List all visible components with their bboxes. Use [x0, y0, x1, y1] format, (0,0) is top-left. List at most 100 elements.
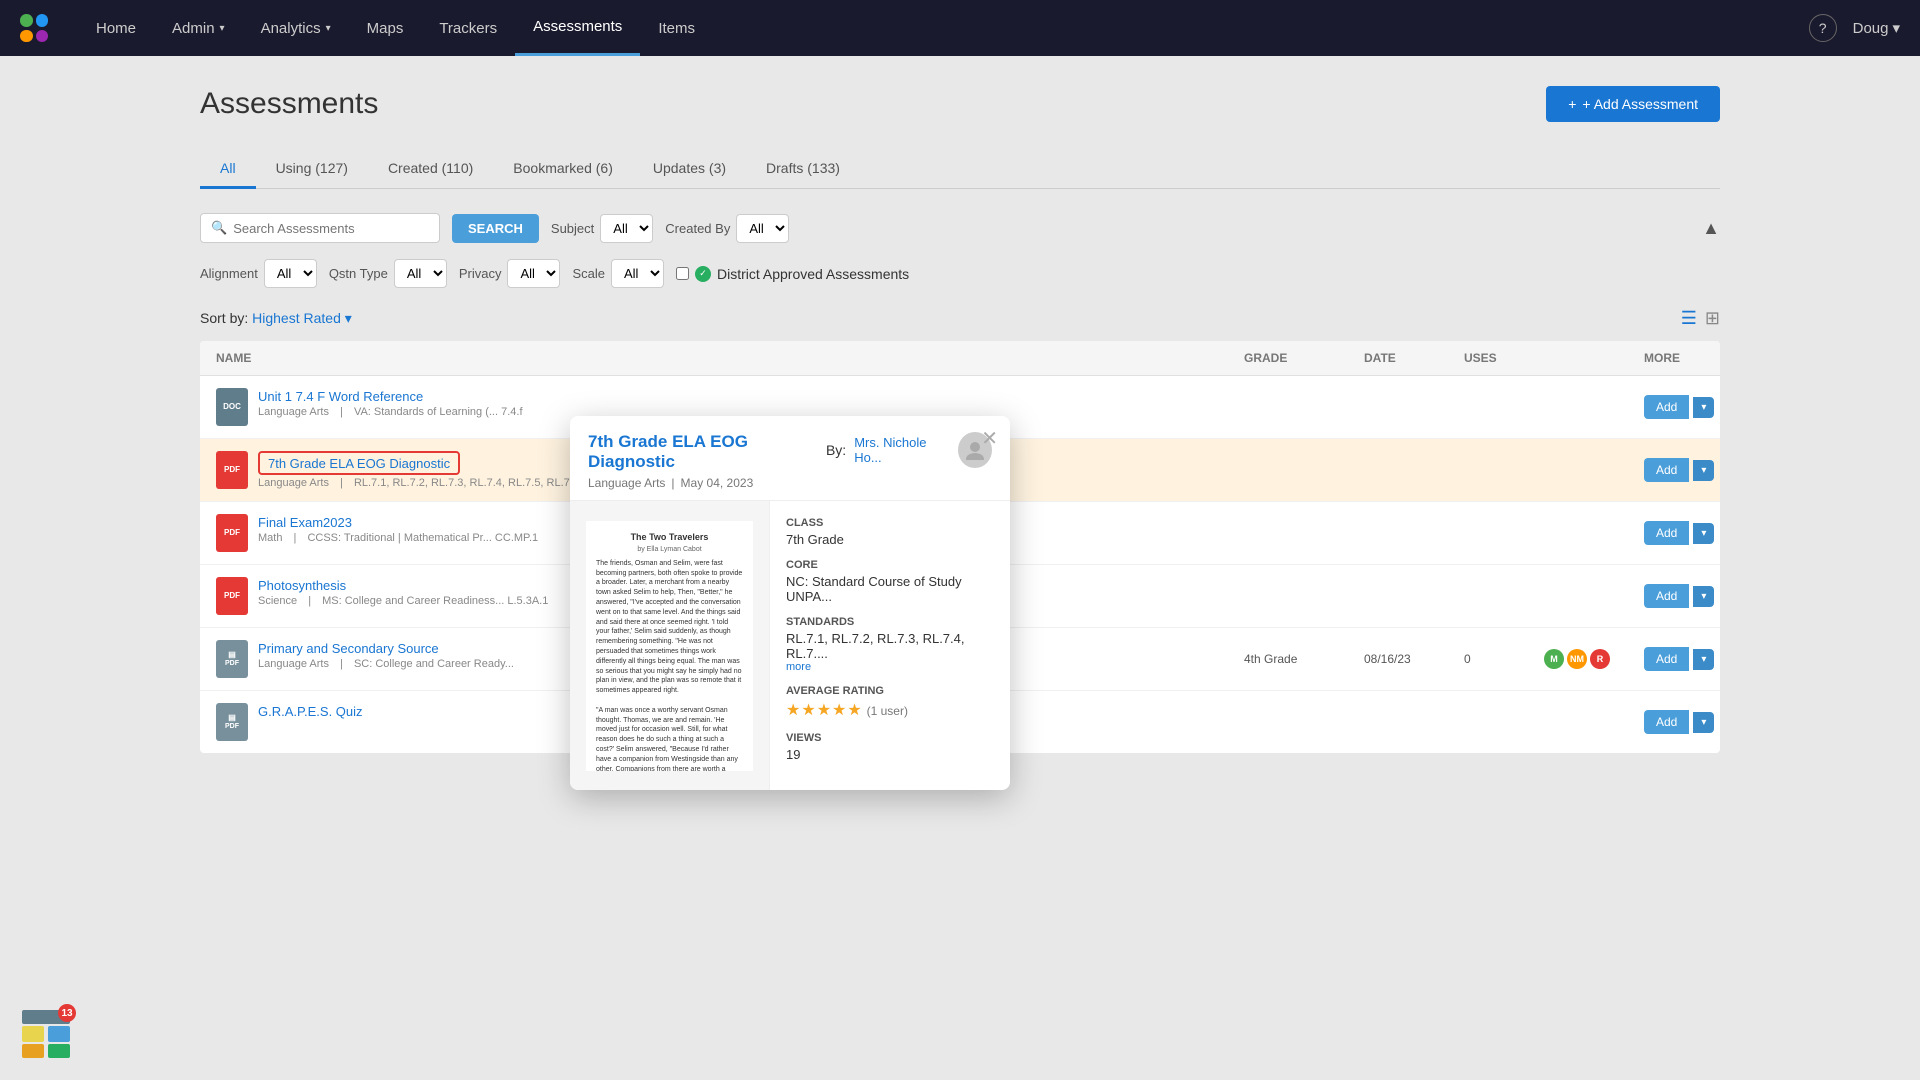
tab-using[interactable]: Using (127)	[256, 150, 368, 189]
add-caret-button[interactable]: ▾	[1693, 397, 1714, 418]
add-icon: +	[1568, 96, 1576, 112]
standards-text: CCSS: Traditional | Mathematical Pr... C…	[307, 532, 538, 544]
more-options-button[interactable]: ⋮	[1718, 397, 1720, 418]
privacy-label: Privacy	[459, 266, 502, 281]
district-checkbox[interactable]	[676, 267, 689, 280]
grade-cell: 4th Grade	[1244, 652, 1364, 666]
nav-analytics[interactable]: Analytics ▾	[243, 0, 349, 56]
add-button[interactable]: Add	[1644, 458, 1689, 482]
row-subject: Science | MS: College and Career Readine…	[258, 595, 556, 607]
grid-view-button[interactable]: ⊞	[1705, 308, 1720, 329]
qstn-type-select[interactable]: All	[394, 259, 447, 288]
author-name[interactable]: Mrs. Nichole Ho...	[854, 435, 950, 465]
row-subject: Math | CCSS: Traditional | Mathematical …	[258, 532, 546, 544]
row-actions: Add ▾ ⋮	[1644, 584, 1704, 608]
add-button[interactable]: Add	[1644, 395, 1689, 419]
user-menu[interactable]: Doug ▾	[1853, 19, 1900, 37]
qstn-type-filter: Qstn Type All	[329, 259, 447, 288]
add-caret-button[interactable]: ▾	[1693, 649, 1714, 670]
subject-text: Language Arts	[258, 406, 329, 418]
subject-select[interactable]: All	[600, 214, 653, 243]
help-button[interactable]: ?	[1809, 14, 1837, 42]
add-caret-button[interactable]: ▾	[1693, 460, 1714, 481]
row-actions: Add ▾ ⋮	[1644, 458, 1704, 482]
icon-top: ▤	[228, 713, 236, 723]
badge-m: M	[1544, 649, 1564, 669]
nav-admin[interactable]: Admin ▾	[154, 0, 243, 56]
add-button[interactable]: Add	[1644, 710, 1689, 734]
uses-cell: 0	[1464, 652, 1544, 666]
bottom-logo-inner: 13	[20, 1008, 72, 1060]
more-options-button[interactable]: ⋮	[1718, 712, 1720, 733]
collapse-button[interactable]: ▲	[1702, 218, 1720, 239]
nav-home[interactable]: Home	[78, 0, 154, 56]
standards-text: VA: Standards of Learning (... 7.4.f	[354, 406, 523, 418]
admin-caret: ▾	[220, 23, 225, 34]
nav-maps[interactable]: Maps	[349, 0, 422, 56]
add-button[interactable]: Add	[1644, 647, 1689, 671]
nav-items[interactable]: Items	[640, 0, 713, 56]
row-icon-pdf: PDF	[216, 451, 248, 489]
tab-created[interactable]: Created (110)	[368, 150, 493, 189]
assessment-name-link[interactable]: G.R.A.P.E.S. Quiz	[258, 704, 363, 719]
search-input[interactable]	[233, 221, 429, 236]
logo-dot-2	[36, 14, 49, 27]
row-actions: Add ▾ ⋮	[1644, 647, 1704, 671]
row-subject: Language Arts | RL.7.1, RL.7.2, RL.7.3, …	[258, 477, 596, 489]
nav-assessments[interactable]: Assessments	[515, 0, 640, 56]
search-button[interactable]: SEARCH	[452, 214, 539, 243]
add-button[interactable]: Add	[1644, 521, 1689, 545]
tab-bookmarked[interactable]: Bookmarked (6)	[493, 150, 633, 189]
subject-text: Language Arts	[258, 658, 329, 670]
add-caret-button[interactable]: ▾	[1693, 586, 1714, 607]
notification-badge: 13	[58, 1004, 76, 1022]
more-options-button[interactable]: ⋮	[1718, 586, 1720, 607]
created-by-select[interactable]: All	[736, 214, 789, 243]
by-label: By:	[826, 442, 846, 458]
logo-icon	[20, 14, 48, 42]
add-caret-button[interactable]: ▾	[1693, 523, 1714, 544]
bottom-logo[interactable]: 13	[20, 1008, 72, 1060]
more-options-button[interactable]: ⋮	[1718, 649, 1720, 670]
tab-updates[interactable]: Updates (3)	[633, 150, 746, 189]
add-button[interactable]: Add	[1644, 584, 1689, 608]
subject-filter: Subject All	[551, 214, 653, 243]
assessment-name-link[interactable]: 7th Grade ELA EOG Diagnostic	[268, 456, 450, 471]
badge-nm: NM	[1567, 649, 1587, 669]
search-wrap: 🔍	[200, 213, 440, 243]
standards-text: RL.7.1, RL.7.2, RL.7.3, RL.7.4, RL.7.5, …	[354, 477, 588, 489]
more-options-button[interactable]: ⋮	[1718, 523, 1720, 544]
nav-trackers[interactable]: Trackers	[421, 0, 515, 56]
separator: |	[308, 595, 311, 607]
tab-all[interactable]: All	[200, 150, 256, 189]
row-actions: Add ▾ ⋮	[1644, 710, 1704, 734]
assessment-name-link[interactable]: Unit 1 7.4 F Word Reference	[258, 389, 423, 404]
alignment-filter: Alignment All	[200, 259, 317, 288]
row-icon-pdf: PDF	[216, 577, 248, 615]
popup-close-button[interactable]: ✕	[981, 426, 998, 451]
district-label: District Approved Assessments	[717, 266, 909, 282]
row-info: Photosynthesis Science | MS: College and…	[258, 577, 556, 607]
more-link[interactable]: more	[786, 661, 994, 673]
alignment-select[interactable]: All	[264, 259, 317, 288]
scale-select[interactable]: All	[611, 259, 664, 288]
list-view-button[interactable]: ☰	[1681, 308, 1697, 329]
privacy-select[interactable]: All	[507, 259, 560, 288]
add-caret-button[interactable]: ▾	[1693, 712, 1714, 733]
assessment-name-link[interactable]: Final Exam2023	[258, 515, 352, 530]
assessment-name-link[interactable]: Primary and Secondary Source	[258, 641, 439, 656]
tab-drafts[interactable]: Drafts (133)	[746, 150, 860, 189]
assessment-name-link[interactable]: Photosynthesis	[258, 578, 346, 593]
standards-value: RL.7.1, RL.7.2, RL.7.3, RL.7.4, RL.7....	[786, 631, 994, 661]
views-count: 19	[786, 747, 994, 762]
more-options-button[interactable]: ⋮	[1718, 460, 1720, 481]
rating-users: (1 user)	[867, 704, 908, 718]
row-icon-scan: ▤ PDF	[216, 640, 248, 678]
logo[interactable]	[20, 14, 48, 42]
add-assessment-button[interactable]: + + Add Assessment	[1546, 86, 1720, 122]
sort-value[interactable]: Highest Rated ▾	[252, 310, 352, 326]
created-by-label: Created By	[665, 221, 730, 236]
alignment-label: Alignment	[200, 266, 258, 281]
user-name: Doug	[1853, 20, 1889, 37]
subject-text: Language Arts	[258, 477, 329, 489]
